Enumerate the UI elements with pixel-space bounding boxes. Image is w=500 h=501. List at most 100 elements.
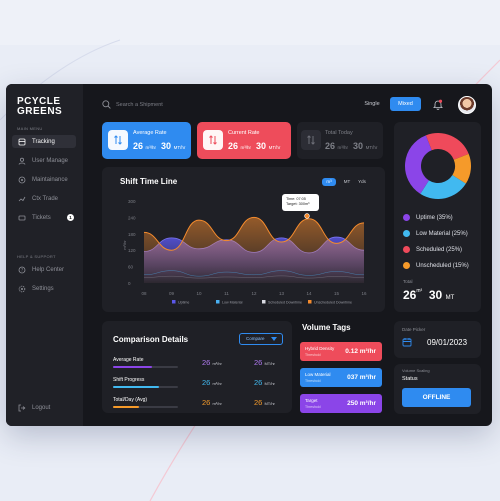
tag-label: Low Material xyxy=(305,372,331,377)
offline-button[interactable]: OFFLINE xyxy=(402,388,471,407)
legend-uptime: Uptime (35%) xyxy=(403,214,453,221)
date-picker-panel[interactable]: Date Picker 09/01/2023 xyxy=(394,321,481,358)
y-tick-label: 0 xyxy=(128,281,131,286)
settings-icon xyxy=(18,285,26,292)
current-rate-card[interactable]: Current Rate 26 m³/hr 30 MT/hr xyxy=(197,122,291,159)
sidebar-item-label: Ctx Trade xyxy=(32,195,59,202)
help-icon: ? xyxy=(18,266,26,273)
date-value[interactable]: 09/01/2023 xyxy=(427,338,467,347)
bell-icon[interactable] xyxy=(433,99,443,110)
legend-label: Low Material xyxy=(222,301,243,305)
highlight-point xyxy=(304,213,310,219)
series-area-unscheduled xyxy=(144,217,364,283)
x-tick-label: 13 xyxy=(279,291,285,296)
comparison-panel: Comparison Details Compare Average Rate 2… xyxy=(102,321,292,413)
swap-icon xyxy=(108,130,128,150)
stat-value: 26 m³/hr 30 MT/hr xyxy=(228,141,281,151)
chart-tooltip: Time: 07:05 Target: 300m³ xyxy=(282,194,319,211)
volume-tag-low-material[interactable]: Low Material Threshold 037 m³/hr xyxy=(300,368,382,387)
legend-dot xyxy=(403,246,410,253)
tag-sub: Threshold xyxy=(305,379,321,383)
y-tick-label: 120 xyxy=(128,248,136,253)
legend-label: Unscheduled Downtime xyxy=(314,301,352,305)
volume-scaling-label: Volume Scaling xyxy=(402,368,430,373)
sidebar-item-label: Tickets xyxy=(32,214,51,221)
shift-area-chart: 300 240 180 120 60 0 m³/hr 08 09 10 11 12 13 14 15 16 Up… xyxy=(122,199,367,305)
comparison-title: Comparison Details xyxy=(113,335,189,344)
logout-button[interactable]: Logout xyxy=(12,401,76,414)
sidebar-item-label: Maintainance xyxy=(32,176,68,183)
stat-title: Current Rate xyxy=(228,130,260,136)
tracking-icon xyxy=(18,138,26,145)
x-tick-label: 09 xyxy=(169,291,175,296)
search-input[interactable]: Search a Shipment xyxy=(116,102,163,108)
y-tick-label: 300 xyxy=(128,199,136,204)
ticket-icon xyxy=(18,215,26,220)
volume-title: Volume Tags xyxy=(302,323,351,332)
sidebar-item-maintainance[interactable]: Maintainance xyxy=(12,173,76,186)
gear-icon xyxy=(18,176,26,183)
volume-tag-hybrid-density[interactable]: Hybrid Density Threshold 0.12 m³/hr xyxy=(300,342,382,361)
date-picker-label: Date Picker xyxy=(402,327,426,332)
avatar[interactable] xyxy=(458,96,476,114)
logout-label: Logout xyxy=(32,404,51,411)
sidebar-item-ctx-trade[interactable]: Ctx Trade xyxy=(12,192,76,205)
search-icon xyxy=(102,100,111,109)
tag-label: Target xyxy=(305,398,318,403)
volume-scaling-panel: Volume Scaling Status OFFLINE xyxy=(394,364,481,414)
sidebar-item-tickets[interactable]: Tickets 1 xyxy=(12,211,76,224)
x-tick-label: 11 xyxy=(224,291,229,296)
toggle-mixed-button[interactable]: Mixed xyxy=(390,97,421,111)
row-label: Average Rate xyxy=(113,357,144,363)
volume-tag-target[interactable]: Target Threshold 250 m³/hr xyxy=(300,394,382,413)
sidebar-item-label: Help Center xyxy=(32,266,65,273)
logo-line-2: GREENS xyxy=(17,106,63,117)
row-value-1: 26 m³/hr xyxy=(202,378,222,387)
legend-swatch xyxy=(172,300,176,304)
status-label: Status xyxy=(402,376,418,382)
x-tick-label: 14 xyxy=(306,291,312,296)
toggle-single-button[interactable]: Single xyxy=(358,97,386,111)
tag-value: 250 m³/hr xyxy=(347,400,376,407)
trade-icon xyxy=(18,196,26,201)
calendar-icon xyxy=(402,338,412,347)
progress-fill xyxy=(113,386,159,388)
stat-title: Total Today xyxy=(325,130,353,136)
row-value-2: 26 MT/hr xyxy=(254,398,275,407)
tooltip-target: Target: 300m³ xyxy=(286,202,310,206)
total-today-card[interactable]: Total Today 26 m³/hr 30 MT/hr xyxy=(297,122,383,159)
sidebar-item-help-center[interactable]: ? Help Center xyxy=(12,263,76,276)
x-tick-label: 15 xyxy=(334,291,340,296)
legend-dot xyxy=(403,230,410,237)
x-tick-label: 10 xyxy=(196,291,202,296)
legend-swatch xyxy=(308,300,312,304)
compare-dropdown-value: Compare xyxy=(246,336,265,341)
stat-value: 26 m³/hr 30 MT/hr xyxy=(133,141,186,151)
sidebar-item-settings[interactable]: Settings xyxy=(12,282,76,295)
legend-swatch xyxy=(216,300,220,304)
legend-label: Uptime xyxy=(178,301,189,305)
x-tick-label: 12 xyxy=(251,291,257,296)
stat-value: 26 m³/hr 30 MT/hr xyxy=(325,141,378,151)
tag-sub: Threshold xyxy=(305,353,321,357)
user-icon xyxy=(18,157,26,165)
sidebar-item-tracking[interactable]: Tracking xyxy=(12,135,76,148)
logo: PCYCLE GREENS xyxy=(17,97,62,117)
shift-timeline-panel: Shift Time Line m³ MT Yds 300 240 180 120 60… xyxy=(102,167,385,312)
total-value: 26m³ 30 MT xyxy=(403,288,455,302)
swap-icon xyxy=(203,130,223,150)
x-tick-label: 08 xyxy=(141,291,147,296)
stat-title: Average Rate xyxy=(133,130,167,136)
sidebar-item-label: Settings xyxy=(32,285,54,292)
svg-text:?: ? xyxy=(21,267,23,272)
chevron-down-icon xyxy=(271,337,277,341)
search-box[interactable]: Search a Shipment xyxy=(102,100,163,109)
help-support-label: HELP & SUPPORT xyxy=(17,254,56,259)
logout-icon xyxy=(18,404,26,411)
tickets-count-badge: 1 xyxy=(67,214,74,221)
average-rate-card[interactable]: Average Rate 26 m³/hr 30 MT/hr xyxy=(102,122,191,159)
tag-label: Hybrid Density xyxy=(305,346,335,351)
row-label: Shift Progress xyxy=(113,377,145,383)
sidebar-item-user-manage[interactable]: User Manage xyxy=(12,154,76,167)
compare-dropdown[interactable]: Compare xyxy=(239,333,283,345)
